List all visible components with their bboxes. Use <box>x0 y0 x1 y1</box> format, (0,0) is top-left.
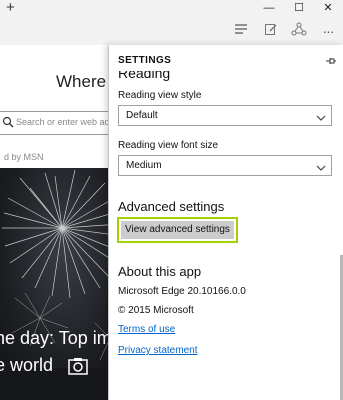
search-icon <box>2 115 14 128</box>
pin-icon[interactable] <box>325 54 337 66</box>
photo-caption-line2: e world <box>0 355 54 375</box>
reading-view-font-select[interactable]: Medium <box>118 155 332 176</box>
share-icon[interactable] <box>290 22 308 40</box>
reading-view-font-label: Reading view font size <box>118 140 219 151</box>
maximize-button[interactable]: ☐ <box>284 0 314 17</box>
about-heading: About this app <box>118 264 202 279</box>
powered-by-msn: d by MSN <box>4 152 44 162</box>
hub-icon[interactable] <box>232 22 250 40</box>
more-actions-button[interactable]: ··· <box>319 22 337 40</box>
terms-of-use-link[interactable]: Terms of use <box>118 324 175 335</box>
search-placeholder: Search or enter web add <box>16 117 115 127</box>
start-page-title: Where t <box>56 72 116 91</box>
reading-view-style-value: Default <box>126 110 158 121</box>
settings-title: SETTINGS <box>118 55 172 66</box>
close-button[interactable]: ✕ <box>313 0 343 17</box>
reading-view-style-label: Reading view style <box>118 90 202 101</box>
chevron-down-icon <box>316 110 326 121</box>
settings-panel: Reading SETTINGS Reading view style Defa… <box>108 45 343 400</box>
chevron-down-icon <box>316 160 326 171</box>
advanced-settings-heading: Advanced settings <box>118 199 225 214</box>
version-text: Microsoft Edge 20.10166.0.0 <box>118 286 246 297</box>
web-note-icon[interactable] <box>262 22 280 40</box>
settings-header: SETTINGS <box>109 45 343 71</box>
minimize-button[interactable]: — <box>254 0 284 17</box>
privacy-statement-link[interactable]: Privacy statement <box>118 345 197 356</box>
new-tab-button[interactable]: + <box>6 0 15 16</box>
browser-toolbar: ··· <box>0 17 343 45</box>
reading-view-style-select[interactable]: Default <box>118 105 332 126</box>
photo-caption-line1: he day: Top im <box>0 328 112 348</box>
view-advanced-settings-button[interactable]: View advanced settings <box>121 221 234 239</box>
title-bar: + — ☐ ✕ <box>0 0 343 17</box>
reading-view-font-value: Medium <box>126 160 162 171</box>
copyright-text: © 2015 Microsoft <box>118 305 194 316</box>
camera-icon <box>68 357 88 375</box>
advanced-button-focus-ring: View advanced settings <box>117 217 238 243</box>
